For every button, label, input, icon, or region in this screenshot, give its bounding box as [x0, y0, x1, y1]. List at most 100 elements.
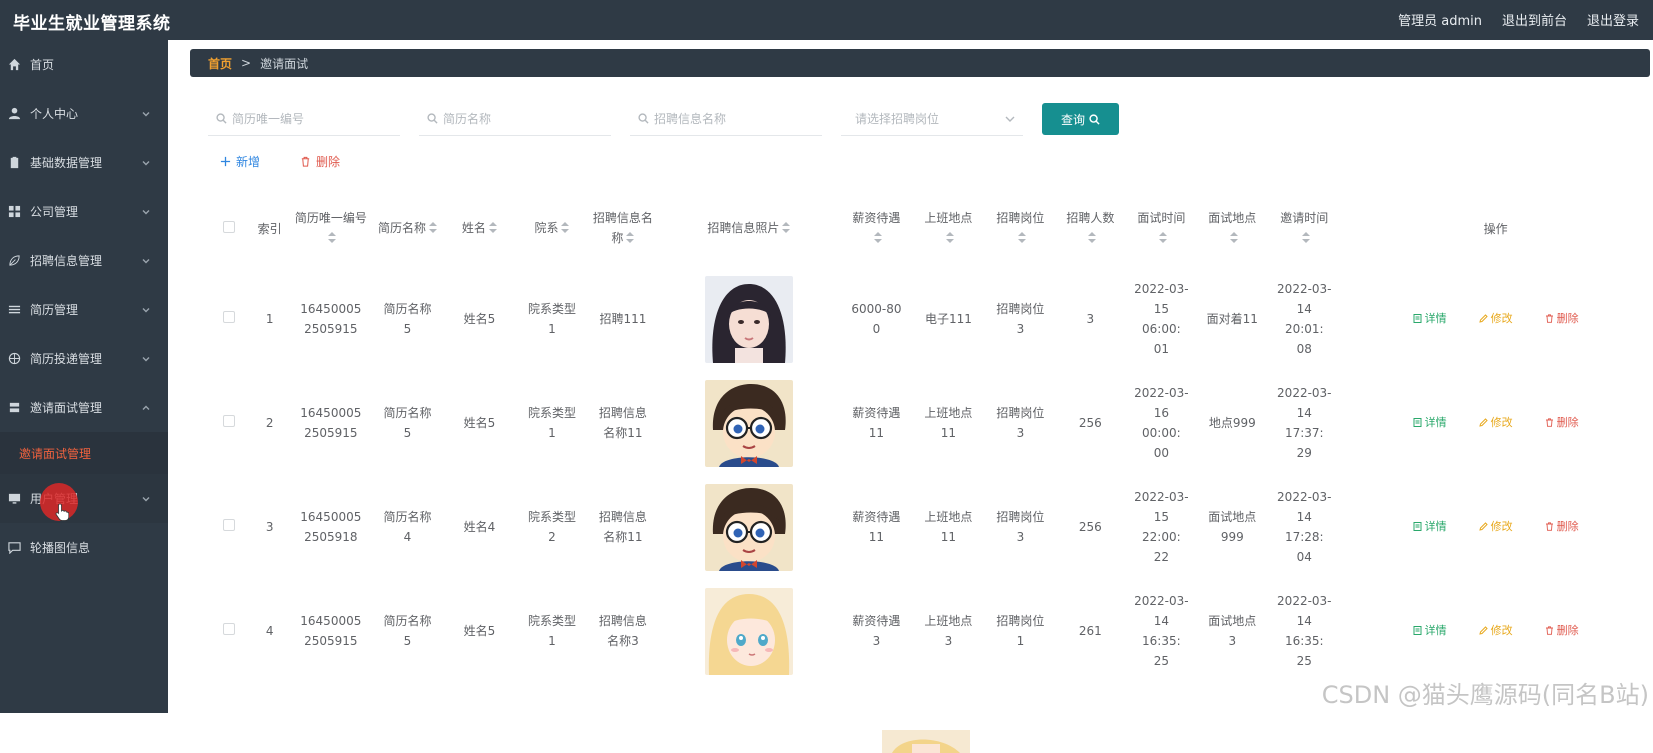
- chevron-down-icon: [1005, 114, 1015, 124]
- sort-icon[interactable]: [782, 219, 790, 239]
- table-row[interactable]: 3164500052505918简历名称4姓名4院系类型2招聘信息名称11薪资待…: [210, 475, 1650, 579]
- sidebar-item-interview-invite[interactable]: 邀请面试管理: [0, 383, 168, 432]
- edit-button[interactable]: 修改: [1479, 621, 1513, 641]
- sort-icon[interactable]: [1159, 229, 1167, 249]
- header-salary[interactable]: 薪资待遇: [841, 190, 911, 267]
- row-select-cell: [210, 371, 248, 475]
- user-icon: [7, 107, 21, 121]
- job-name-search-input[interactable]: 招聘信息名称: [630, 102, 822, 136]
- search-icon: [216, 113, 227, 124]
- edit-button[interactable]: 修改: [1479, 413, 1513, 433]
- sidebar-subitem-interview-invite-manage[interactable]: 邀请面试管理: [0, 432, 168, 474]
- header-location[interactable]: 上班地点: [911, 190, 985, 267]
- sort-icon[interactable]: [429, 219, 437, 239]
- header-resume-id[interactable]: 简历唯一编号: [291, 190, 370, 267]
- partial-photo: [882, 730, 970, 753]
- app-title: 毕业生就业管理系统: [13, 9, 171, 34]
- position-select[interactable]: 请选择招聘岗位: [841, 102, 1023, 136]
- document-icon: [1413, 418, 1422, 427]
- header-interview-place[interactable]: 面试地点: [1197, 190, 1267, 267]
- sidebar-item-personal-center[interactable]: 个人中心: [0, 89, 168, 138]
- sidebar-item-home[interactable]: 首页: [0, 40, 168, 89]
- sidebar-item-company[interactable]: 公司管理: [0, 187, 168, 236]
- delete-button[interactable]: 删除: [1545, 413, 1579, 433]
- sidebar-item-label: 简历管理: [30, 301, 78, 318]
- cell-location: 上班地点11: [911, 371, 985, 475]
- sort-icon[interactable]: [626, 229, 634, 249]
- sort-icon[interactable]: [1018, 229, 1026, 249]
- home-icon: [7, 58, 21, 72]
- delete-button[interactable]: 删除: [1545, 621, 1579, 641]
- detail-button[interactable]: 详情: [1413, 309, 1447, 329]
- header-invite-time[interactable]: 邀请时间: [1267, 190, 1341, 267]
- delete-label: 删除: [1557, 621, 1579, 641]
- cell-resume-name: 简历名称4: [370, 475, 444, 579]
- header-name[interactable]: 姓名: [444, 190, 514, 267]
- select-all-checkbox[interactable]: [223, 221, 235, 233]
- sort-icon[interactable]: [561, 219, 569, 239]
- table-header-row: 索引 简历唯一编号 简历名称 姓名 院系 招聘信息名称 招聘信息照片 薪资待遇 …: [210, 190, 1650, 267]
- header-position[interactable]: 招聘岗位: [985, 190, 1055, 267]
- cell-location: 电子111: [911, 267, 985, 371]
- cell-invite-time: 2022-03-1417:28:04: [1267, 475, 1341, 579]
- cell-resume-id: 164500052505915: [291, 579, 370, 683]
- header-interview-time[interactable]: 面试时间: [1125, 190, 1197, 267]
- job-photo-image[interactable]: [705, 588, 793, 675]
- edit-button[interactable]: 修改: [1479, 517, 1513, 537]
- table-row[interactable]: 1164500052505915简历名称5姓名5院系类型1招聘1116000-8…: [210, 267, 1650, 371]
- pencil-icon: [1479, 418, 1488, 427]
- cell-department: 院系类型1: [514, 371, 589, 475]
- row-checkbox[interactable]: [223, 623, 235, 635]
- sort-icon[interactable]: [1230, 229, 1238, 249]
- cell-index: 2: [248, 371, 291, 475]
- header-job-photo[interactable]: 招聘信息照片: [656, 190, 841, 267]
- pencil-icon: [1479, 522, 1488, 531]
- detail-button[interactable]: 详情: [1413, 621, 1447, 641]
- delete-button[interactable]: 删除: [1545, 517, 1579, 537]
- sidebar-item-user[interactable]: 用户管理: [0, 474, 168, 523]
- header-resume-name[interactable]: 简历名称: [370, 190, 444, 267]
- detail-button[interactable]: 详情: [1413, 413, 1447, 433]
- to-front-link[interactable]: 退出到前台: [1502, 10, 1567, 29]
- table-row[interactable]: 4164500052505915简历名称5姓名5院系类型1招聘信息名称3薪资待遇…: [210, 579, 1650, 683]
- add-button[interactable]: 新增: [220, 153, 260, 170]
- batch-delete-button[interactable]: 删除: [300, 153, 340, 170]
- sort-icon[interactable]: [874, 229, 882, 249]
- sort-icon[interactable]: [1088, 229, 1096, 249]
- breadcrumb-home[interactable]: 首页: [208, 55, 232, 72]
- sidebar-item-basic-data[interactable]: 基础数据管理: [0, 138, 168, 187]
- row-checkbox[interactable]: [223, 519, 235, 531]
- job-photo-image[interactable]: [705, 276, 793, 363]
- sort-icon[interactable]: [946, 229, 954, 249]
- sidebar-item-resume[interactable]: 简历管理: [0, 285, 168, 334]
- detail-button[interactable]: 详情: [1413, 517, 1447, 537]
- cell-resume-name: 简历名称5: [370, 579, 444, 683]
- cell-department: 院系类型2: [514, 475, 589, 579]
- sort-icon[interactable]: [328, 229, 336, 249]
- toolbar: 新增 删除: [220, 153, 340, 170]
- resume-id-search-input[interactable]: 简历唯一编号: [208, 102, 400, 136]
- detail-label: 详情: [1425, 309, 1447, 329]
- sort-icon[interactable]: [1302, 229, 1310, 249]
- cell-department: 院系类型1: [514, 267, 589, 371]
- cell-job-name: 招聘信息名称11: [589, 371, 656, 475]
- job-photo-image[interactable]: [705, 484, 793, 571]
- sidebar-item-recruitment[interactable]: 招聘信息管理: [0, 236, 168, 285]
- sidebar-item-label: 轮播图信息: [30, 539, 90, 556]
- table-row[interactable]: 2164500052505915简历名称5姓名5院系类型1招聘信息名称11薪资待…: [210, 371, 1650, 475]
- cell-salary: 薪资待遇11: [841, 475, 911, 579]
- header-job-name[interactable]: 招聘信息名称: [589, 190, 656, 267]
- sidebar-item-resume-delivery[interactable]: 简历投递管理: [0, 334, 168, 383]
- row-checkbox[interactable]: [223, 311, 235, 323]
- delete-button[interactable]: 删除: [1545, 309, 1579, 329]
- query-button[interactable]: 查询: [1042, 103, 1119, 135]
- header-headcount[interactable]: 招聘人数: [1055, 190, 1125, 267]
- header-department[interactable]: 院系: [514, 190, 589, 267]
- sidebar-item-carousel[interactable]: 轮播图信息: [0, 523, 168, 572]
- logout-link[interactable]: 退出登录: [1587, 10, 1639, 29]
- row-checkbox[interactable]: [223, 415, 235, 427]
- edit-button[interactable]: 修改: [1479, 309, 1513, 329]
- sort-icon[interactable]: [489, 219, 497, 239]
- resume-name-search-input[interactable]: 简历名称: [419, 102, 611, 136]
- job-photo-image[interactable]: [705, 380, 793, 467]
